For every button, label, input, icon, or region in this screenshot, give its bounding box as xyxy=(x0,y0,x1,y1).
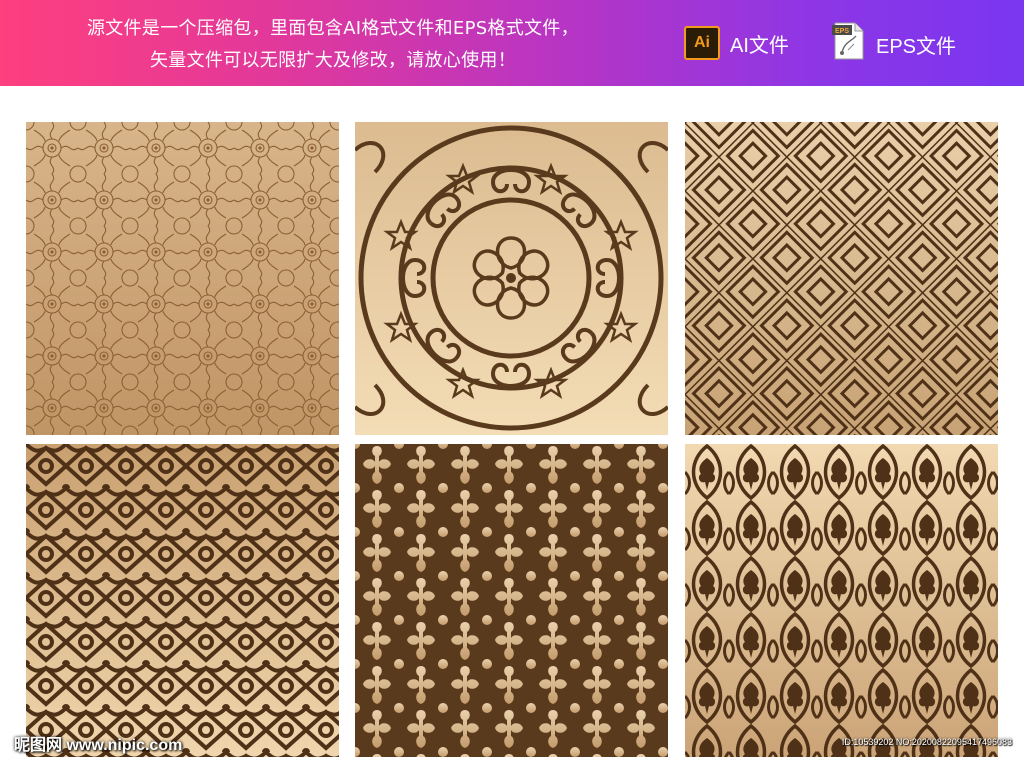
ai-file-badge: Ai AI文件 xyxy=(684,26,789,60)
pattern-tile-diamond-lattice xyxy=(685,122,998,435)
nipic-watermark: 昵图网 www.nipic.com xyxy=(14,737,183,754)
eps-file-label: EPS文件 xyxy=(876,35,957,58)
arabesque-pattern xyxy=(26,444,339,757)
adobe-illustrator-icon: Ai xyxy=(684,26,720,60)
fleur-cross-pattern xyxy=(355,444,668,757)
medallion-flower-pattern xyxy=(355,122,668,435)
ornate-lace-pattern xyxy=(26,122,339,435)
header-banner: 源文件是一个压缩包，里面包含AI格式文件和EPS格式文件， 矢量文件可以无限扩大… xyxy=(0,0,1024,86)
pattern-tile-fleur-cross xyxy=(355,444,668,757)
pattern-tile-ogee-leaf xyxy=(685,444,998,757)
banner-line-1: 源文件是一个压缩包，里面包含AI格式文件和EPS格式文件， xyxy=(87,18,579,39)
pattern-tile-medallion-flower xyxy=(355,122,668,435)
banner-description: 源文件是一个压缩包，里面包含AI格式文件和EPS格式文件， 矢量文件可以无限扩大… xyxy=(0,13,666,77)
pattern-tile-arabesque xyxy=(26,444,339,757)
image-id-watermark: ID:10539202 NO:20200822095417496083 xyxy=(841,737,1012,747)
diamond-lattice-pattern xyxy=(685,122,998,435)
ogee-leaf-pattern xyxy=(685,444,998,757)
eps-document-icon: EPS xyxy=(832,22,864,60)
banner-line-2: 矢量文件可以无限扩大及修改，请放心使用！ xyxy=(150,50,516,71)
pattern-tile-ornate-lace xyxy=(26,122,339,435)
ai-file-label: AI文件 xyxy=(730,34,789,57)
eps-icon-text: EPS xyxy=(835,28,849,35)
eps-file-badge: EPS EPS文件 xyxy=(832,22,957,62)
